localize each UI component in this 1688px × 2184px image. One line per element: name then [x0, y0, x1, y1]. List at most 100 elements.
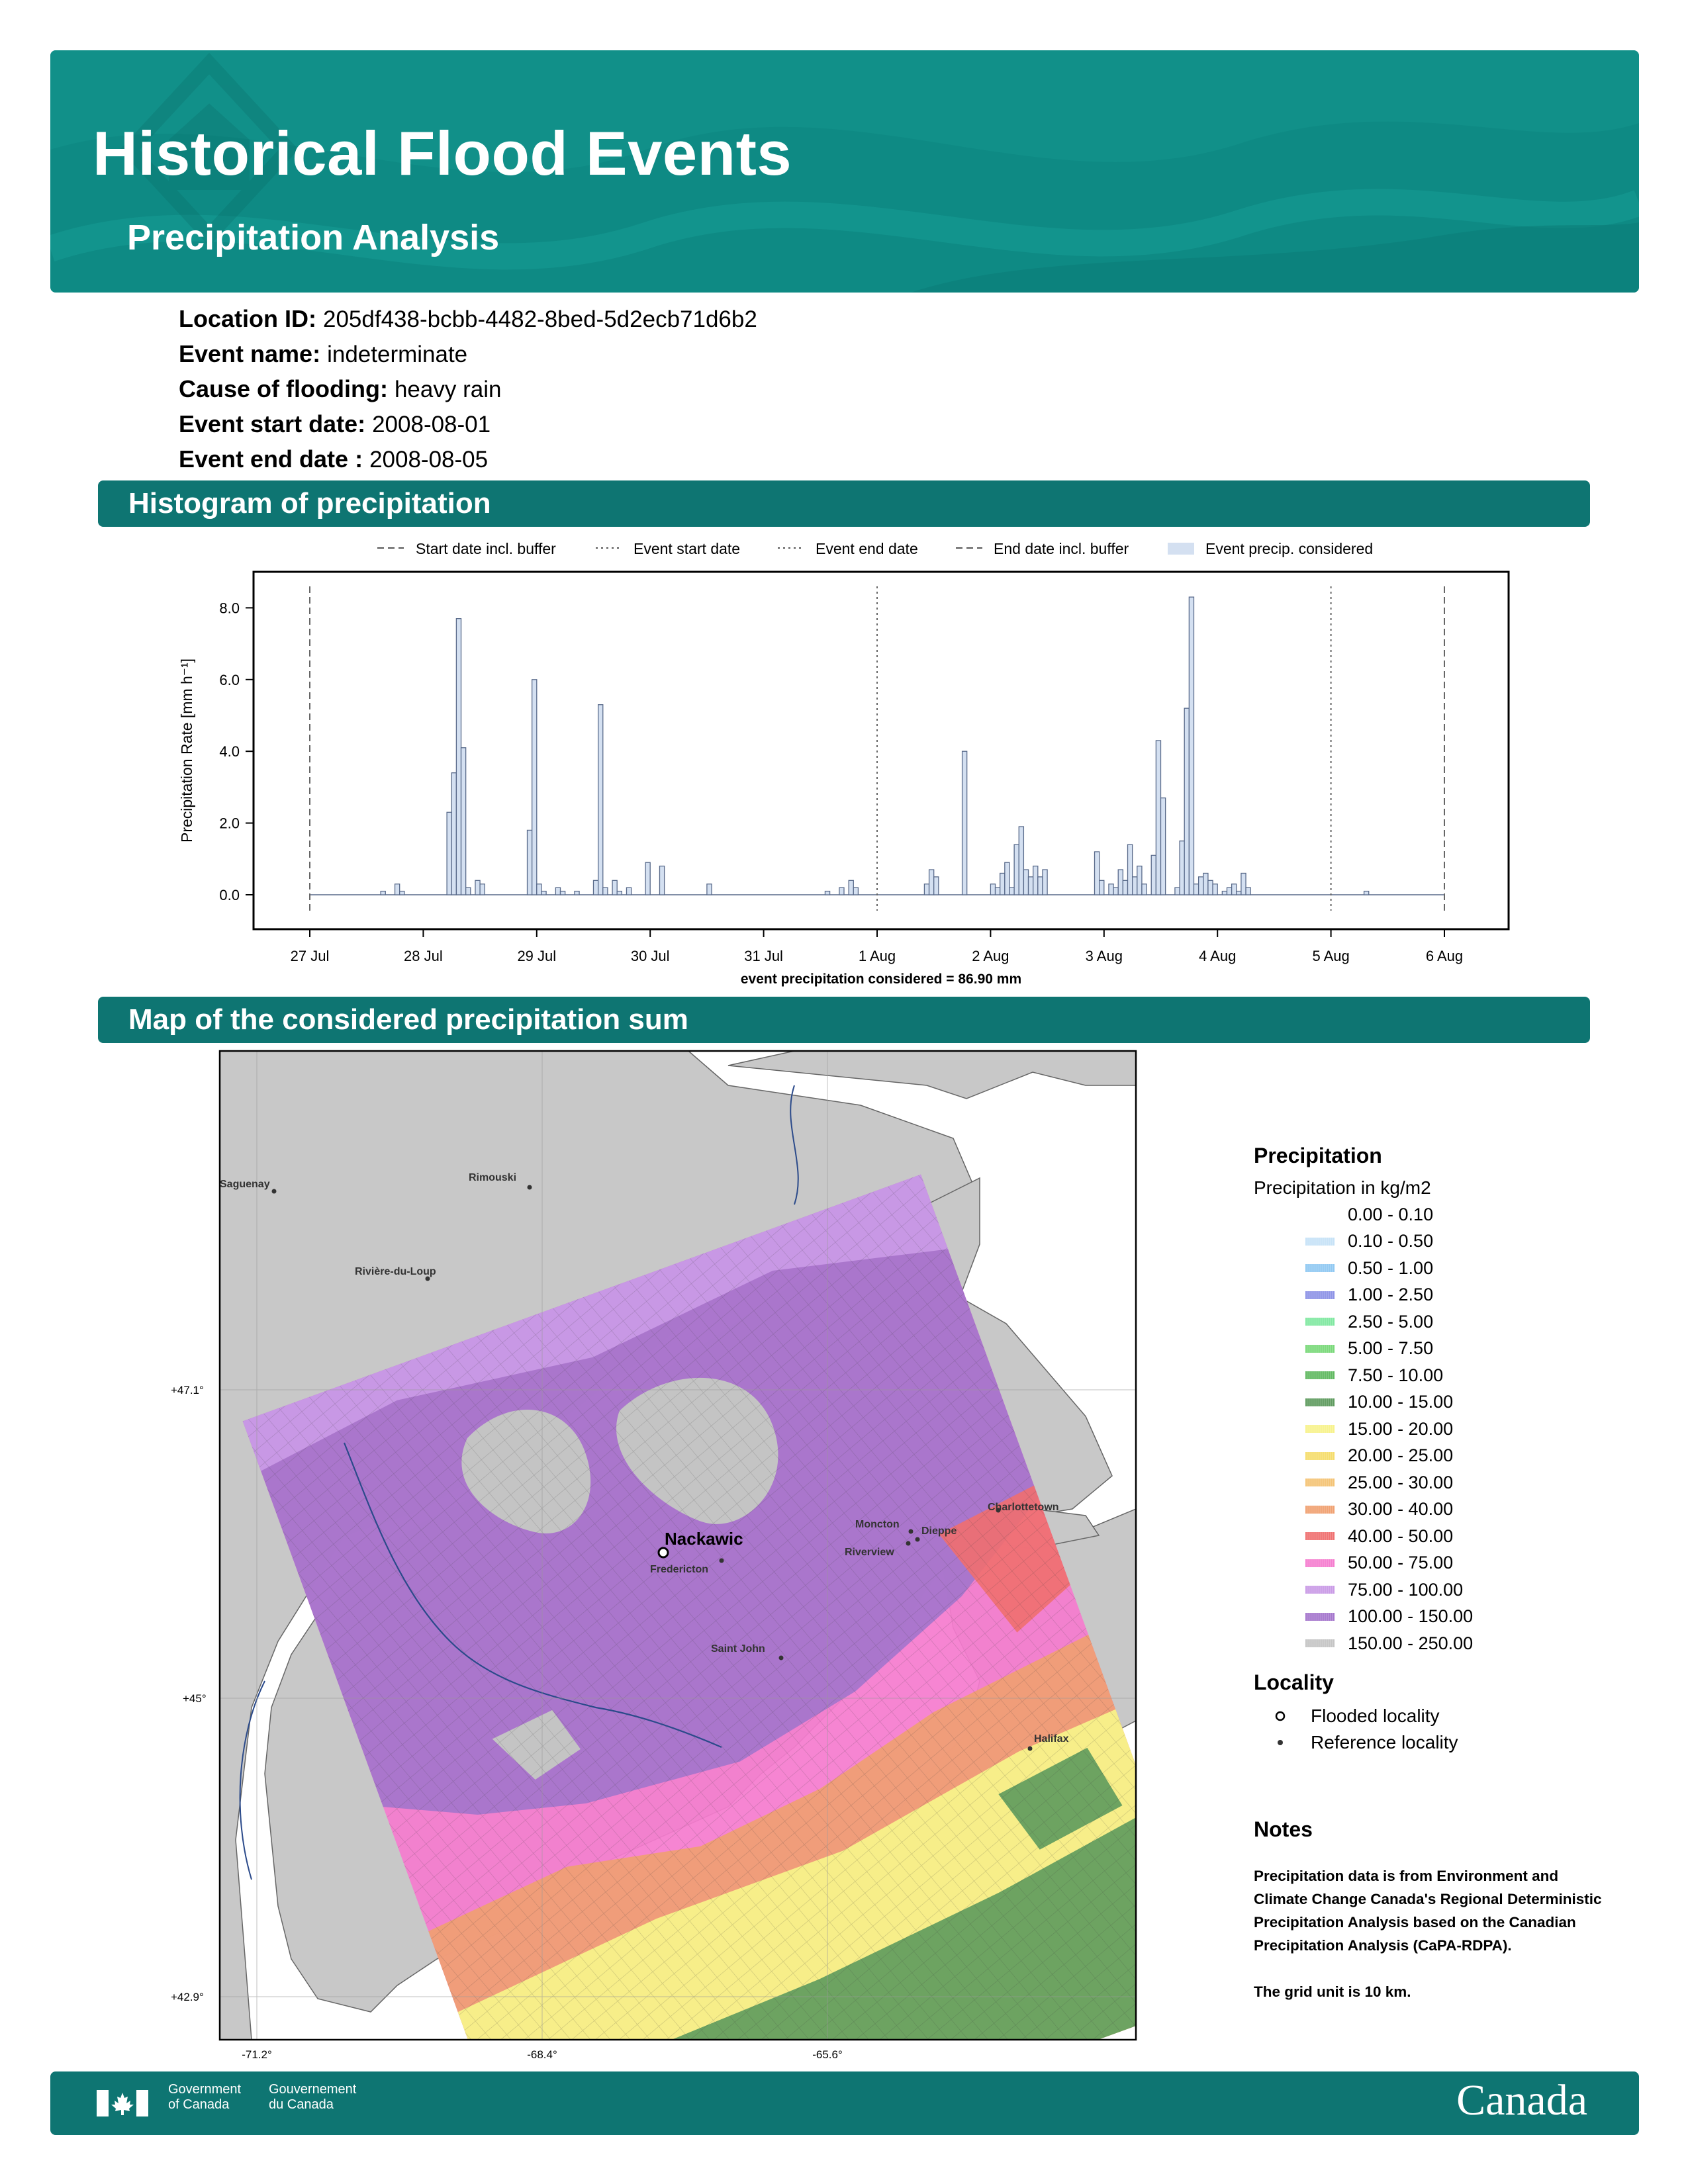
legend-swatch	[1305, 1398, 1335, 1406]
y-tick-label: 6.0	[219, 672, 240, 688]
legend-class-label: 30.00 - 40.00	[1348, 1499, 1454, 1520]
legend-swatch	[1305, 1318, 1335, 1326]
lon-label-71: -71.2°	[242, 2048, 272, 2061]
precip-bar	[659, 865, 665, 895]
end-date-row: Event end date :2008-08-05	[179, 442, 757, 477]
precip-bar	[706, 884, 712, 895]
legend-swatch	[1305, 1264, 1335, 1273]
precip-bar	[1231, 884, 1237, 895]
x-tick-label: 1 Aug	[859, 948, 896, 964]
precip-bar	[479, 884, 485, 895]
cause-value: heavy rain	[394, 377, 502, 402]
flooded-locality-label: Nackawic	[665, 1529, 743, 1549]
notes-title: Notes	[1254, 1817, 1313, 1841]
lon-label-68: -68.4°	[527, 2048, 557, 2061]
legend-subtitle: Precipitation in kg/m2	[1254, 1177, 1431, 1198]
precip-bar	[399, 890, 405, 895]
legend-reference-locality: Reference locality	[1254, 1729, 1624, 1756]
cause-label: Cause of flooding:	[179, 375, 388, 402]
locality-dot-moncton	[908, 1529, 914, 1534]
precip-bar	[1203, 872, 1209, 895]
flooded-locality-marker	[657, 1547, 669, 1559]
map-legend: Precipitation Precipitation in kg/m2 0.0…	[1254, 1144, 1624, 1756]
legend-class-label: 75.00 - 100.00	[1348, 1579, 1464, 1600]
precip-bar	[1188, 596, 1195, 895]
precip-bar	[1150, 854, 1157, 895]
precip-bar	[475, 880, 481, 895]
cause-row: Cause of flooding: heavy rain	[179, 372, 757, 407]
legend-class-item: 5.00 - 7.50	[1254, 1336, 1624, 1363]
legend-class-label: 15.00 - 20.00	[1348, 1418, 1454, 1439]
gov-en-line2: of Canada	[168, 2097, 230, 2112]
precip-bar	[1027, 876, 1034, 895]
precip-bar	[1179, 841, 1185, 895]
legend-class-label: 25.00 - 30.00	[1348, 1472, 1454, 1492]
precip-bar	[380, 890, 386, 895]
precip-bar	[1241, 872, 1246, 895]
legend-class-item: 1.00 - 2.50	[1254, 1282, 1624, 1309]
precip-bar	[1004, 862, 1010, 895]
legend-class-label: 5.00 - 7.50	[1348, 1338, 1434, 1359]
precip-bar	[1132, 876, 1138, 895]
locality-legend-title: Locality	[1254, 1670, 1334, 1694]
precip-bar	[848, 880, 854, 895]
precip-bar	[616, 890, 622, 895]
precip-bar	[1122, 880, 1129, 895]
legend-label-event-precip: Event precip. considered	[1205, 540, 1373, 557]
precip-bar	[446, 811, 452, 895]
page-title: Historical Flood Events	[93, 118, 792, 188]
legend-swatch	[1305, 1237, 1335, 1246]
precip-bar	[1221, 890, 1228, 895]
legend-label-end-buffer: End date incl. buffer	[994, 540, 1129, 557]
lat-label-45: +45°	[183, 1692, 207, 1705]
legend-class-label: 1.00 - 2.50	[1348, 1285, 1434, 1305]
legend-swatch	[1305, 1451, 1335, 1460]
precip-bar	[1193, 884, 1199, 895]
x-tick-label: 30 Jul	[631, 948, 670, 964]
precip-bar	[1094, 851, 1100, 895]
legend-class-item: 100.00 - 150.00	[1254, 1604, 1624, 1631]
precip-bar	[1363, 890, 1370, 895]
precip-bar	[394, 884, 400, 895]
reference-dot-icon	[1267, 1739, 1293, 1747]
precip-bar	[1108, 884, 1114, 895]
event-name-row: Event name: indeterminate	[179, 337, 757, 372]
legend-class-item: 0.00 - 0.10	[1254, 1201, 1624, 1228]
x-tick-label: 2 Aug	[972, 948, 1009, 964]
precip-bar	[1127, 844, 1133, 895]
precip-bar	[455, 618, 462, 895]
legend-class-label: 10.00 - 15.00	[1348, 1392, 1454, 1412]
precip-bar	[1212, 884, 1218, 895]
event-name-label: Event name:	[179, 340, 321, 367]
legend-swatch	[1305, 1505, 1335, 1514]
footer-bar: Government of Canada Gouvernement du Can…	[50, 2071, 1639, 2135]
precip-bar	[1226, 887, 1233, 895]
precip-bar	[1000, 872, 1006, 895]
y-tick-label: 4.0	[219, 743, 240, 760]
precip-bar	[1113, 887, 1119, 895]
legend-class-label: 7.50 - 10.00	[1348, 1365, 1444, 1385]
locality-label-charlottetown: Charlottetown	[988, 1502, 1059, 1513]
header-banner: Historical Flood Events Precipitation An…	[50, 50, 1639, 293]
precip-bar	[1137, 865, 1143, 895]
chart-legend: Start date incl. buffer Event start date…	[377, 540, 1373, 557]
start-date-row: Event start date: 2008-08-01	[179, 407, 757, 442]
legend-swatch	[1305, 1344, 1335, 1353]
x-tick-label: 27 Jul	[291, 948, 330, 964]
precip-bar	[1023, 869, 1029, 895]
locality-dot-fredericton	[719, 1558, 724, 1563]
precip-bar	[645, 862, 651, 895]
gov-fr-line1: Gouvernement	[269, 2082, 357, 2097]
precip-bar	[1009, 887, 1015, 895]
precip-bar	[1018, 826, 1025, 895]
y-tick-label: 2.0	[219, 815, 240, 832]
precip-bar	[1042, 869, 1048, 895]
x-tick-label: 5 Aug	[1312, 948, 1349, 964]
precip-bar	[1117, 869, 1124, 895]
legend-flooded-locality: Flooded locality	[1254, 1703, 1624, 1729]
locality-dot-riverview	[906, 1541, 911, 1546]
precip-bar	[853, 887, 859, 895]
start-date-label: Event start date:	[179, 410, 366, 437]
locality-label-fredericton: Fredericton	[650, 1564, 708, 1575]
lon-label-65: -65.6°	[812, 2048, 843, 2061]
